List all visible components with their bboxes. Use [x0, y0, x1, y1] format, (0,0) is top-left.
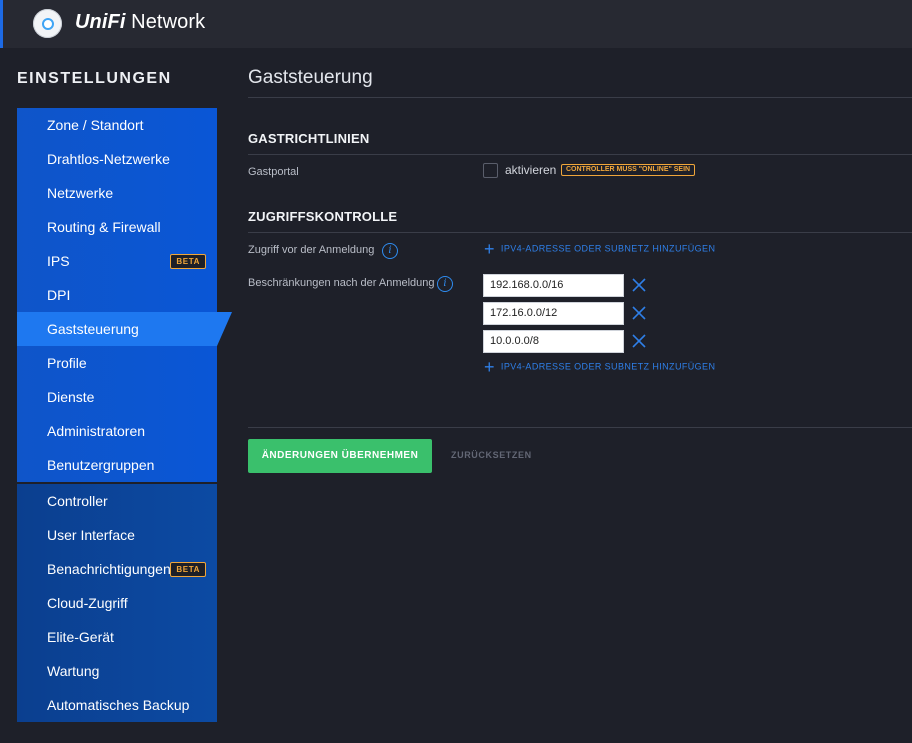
apply-changes-button[interactable]: ÄNDERUNGEN ÜBERNEHMEN [248, 439, 432, 473]
sidebar-item-gaststeuerung[interactable]: Gaststeuerung [17, 312, 232, 346]
brand-suffix: Network [125, 11, 206, 33]
page-title: Gaststeuerung [248, 67, 373, 88]
sidebar-item-label: Dienste [47, 389, 95, 405]
sidebar-item-drahtlos-netzwerke[interactable]: Drahtlos-Netzwerke [17, 142, 217, 176]
sidebar-item-label: IPS [47, 253, 70, 269]
post-auth-restrictions-label: Beschränkungen nach der Anmeldung [248, 277, 435, 289]
plus-icon: + [484, 357, 495, 377]
sidebar-item-netzwerke[interactable]: Netzwerke [17, 176, 217, 210]
restriction-subnet-input[interactable]: 172.16.0.0/12 [483, 302, 624, 325]
sidebar-item-profile[interactable]: Profile [17, 346, 217, 380]
sidebar-item-dpi[interactable]: DPI [17, 278, 217, 312]
pre-auth-access-label: Zugriff vor der Anmeldung [248, 244, 375, 256]
remove-close-icon[interactable] [631, 277, 647, 293]
sidebar-title: EINSTELLUNGEN [17, 70, 172, 87]
menu-group-network: Zone / Standort Drahtlos-Netzwerke Netzwer… [17, 108, 232, 482]
pre-auth-add-subnet-label: IPV4-ADRESSE ODER SUBNETZ HINZUFÜGEN [500, 243, 716, 254]
section-title-guest-policies: GASTRICHTLINIEN [248, 131, 370, 146]
menu-group-system: Controller User Interface Benachrichtigung… [17, 484, 217, 722]
access-control-divider [248, 232, 912, 233]
sidebar-item-label: User Interface [47, 527, 135, 543]
remove-close-icon[interactable] [631, 333, 647, 349]
guest-portal-enable-label[interactable]: aktivieren [505, 163, 556, 177]
app-brand: UniFi Network [75, 11, 205, 34]
restriction-subnet-input[interactable]: 10.0.0.0/8 [483, 330, 624, 353]
sidebar-item-cloud-zugriff[interactable]: Cloud-Zugriff [17, 586, 217, 620]
sidebar-item-label: Profile [47, 355, 87, 371]
pre-auth-info-icon[interactable]: i [382, 243, 398, 259]
guest-portal-label: Gastportal [248, 166, 299, 178]
sidebar-item-label: Cloud-Zugriff [47, 595, 128, 611]
sidebar-item-label: Netzwerke [47, 185, 114, 201]
sidebar-item-user-interface[interactable]: User Interface [17, 518, 217, 552]
sidebar-item-label: Routing & Firewall [47, 219, 161, 235]
guest-policies-divider [248, 154, 912, 155]
sidebar-item-label: Elite-Gerät [47, 629, 114, 645]
post-auth-info-icon[interactable]: i [437, 276, 453, 292]
beta-badge: BETA [170, 254, 206, 269]
sidebar-item-label: Administratoren [47, 423, 146, 439]
plus-icon: + [484, 239, 495, 259]
sidebar-item-label: Benachrichtigungen [47, 561, 171, 577]
post-auth-add-subnet-link[interactable]: + IPV4-ADRESSE ODER SUBNETZ HINZUFÜGEN [484, 357, 716, 377]
guest-portal-enable-checkbox[interactable] [483, 163, 498, 178]
sidebar-item-ips[interactable]: IPS BETA [17, 244, 217, 278]
beta-badge: BETA [170, 562, 206, 577]
brand-prefix: UniFi [75, 11, 126, 33]
sidebar-item-routing-firewall[interactable]: Routing & Firewall [17, 210, 217, 244]
actions-divider [248, 427, 912, 428]
sidebar-item-label: Automatisches Backup [47, 697, 190, 713]
sidebar-item-benachrichtigungen[interactable]: Benachrichtigungen BETA [17, 552, 217, 586]
sidebar-item-wartung[interactable]: Wartung [17, 654, 217, 688]
sidebar-item-zone-standort[interactable]: Zone / Standort [17, 108, 217, 142]
sidebar-item-label: Zone / Standort [47, 117, 144, 133]
controller-online-warning-badge: CONTROLLER MUSS "ONLINE" SEIN [561, 164, 696, 176]
post-auth-add-subnet-label: IPV4-ADRESSE ODER SUBNETZ HINZUFÜGEN [500, 361, 716, 372]
sidebar-item-automatisches-backup[interactable]: Automatisches Backup [17, 688, 217, 722]
sidebar-item-elite-gerat[interactable]: Elite-Gerät [17, 620, 217, 654]
sidebar-item-controller[interactable]: Controller [17, 484, 217, 518]
pre-auth-add-subnet-link[interactable]: + IPV4-ADRESSE ODER SUBNETZ HINZUFÜGEN [484, 239, 716, 259]
sidebar-item-dienste[interactable]: Dienste [17, 380, 217, 414]
sidebar-item-benutzergruppen[interactable]: Benutzergruppen [17, 448, 217, 482]
section-title-access-control: ZUGRIFFSKONTROLLE [248, 209, 398, 224]
unifi-logo-icon[interactable] [33, 9, 62, 38]
remove-close-icon[interactable] [631, 305, 647, 321]
sidebar-item-label: Gaststeuerung [47, 321, 139, 337]
sidebar-item-label: Wartung [47, 663, 100, 679]
settings-menu: Zone / Standort Drahtlos-Netzwerke Netzwer… [17, 108, 232, 722]
restriction-subnet-input[interactable]: 192.168.0.0/16 [483, 274, 624, 297]
top-bar: UniFi Network [0, 0, 912, 48]
sidebar-item-label: Drahtlos-Netzwerke [47, 151, 170, 167]
sidebar-item-administratoren[interactable]: Administratoren [17, 414, 217, 448]
title-divider [248, 97, 912, 98]
sidebar-item-label: DPI [47, 287, 71, 303]
reset-button[interactable]: ZURÜCKSETZEN [451, 450, 532, 460]
sidebar-item-label: Controller [47, 493, 108, 509]
sidebar-item-label: Benutzergruppen [47, 457, 155, 473]
